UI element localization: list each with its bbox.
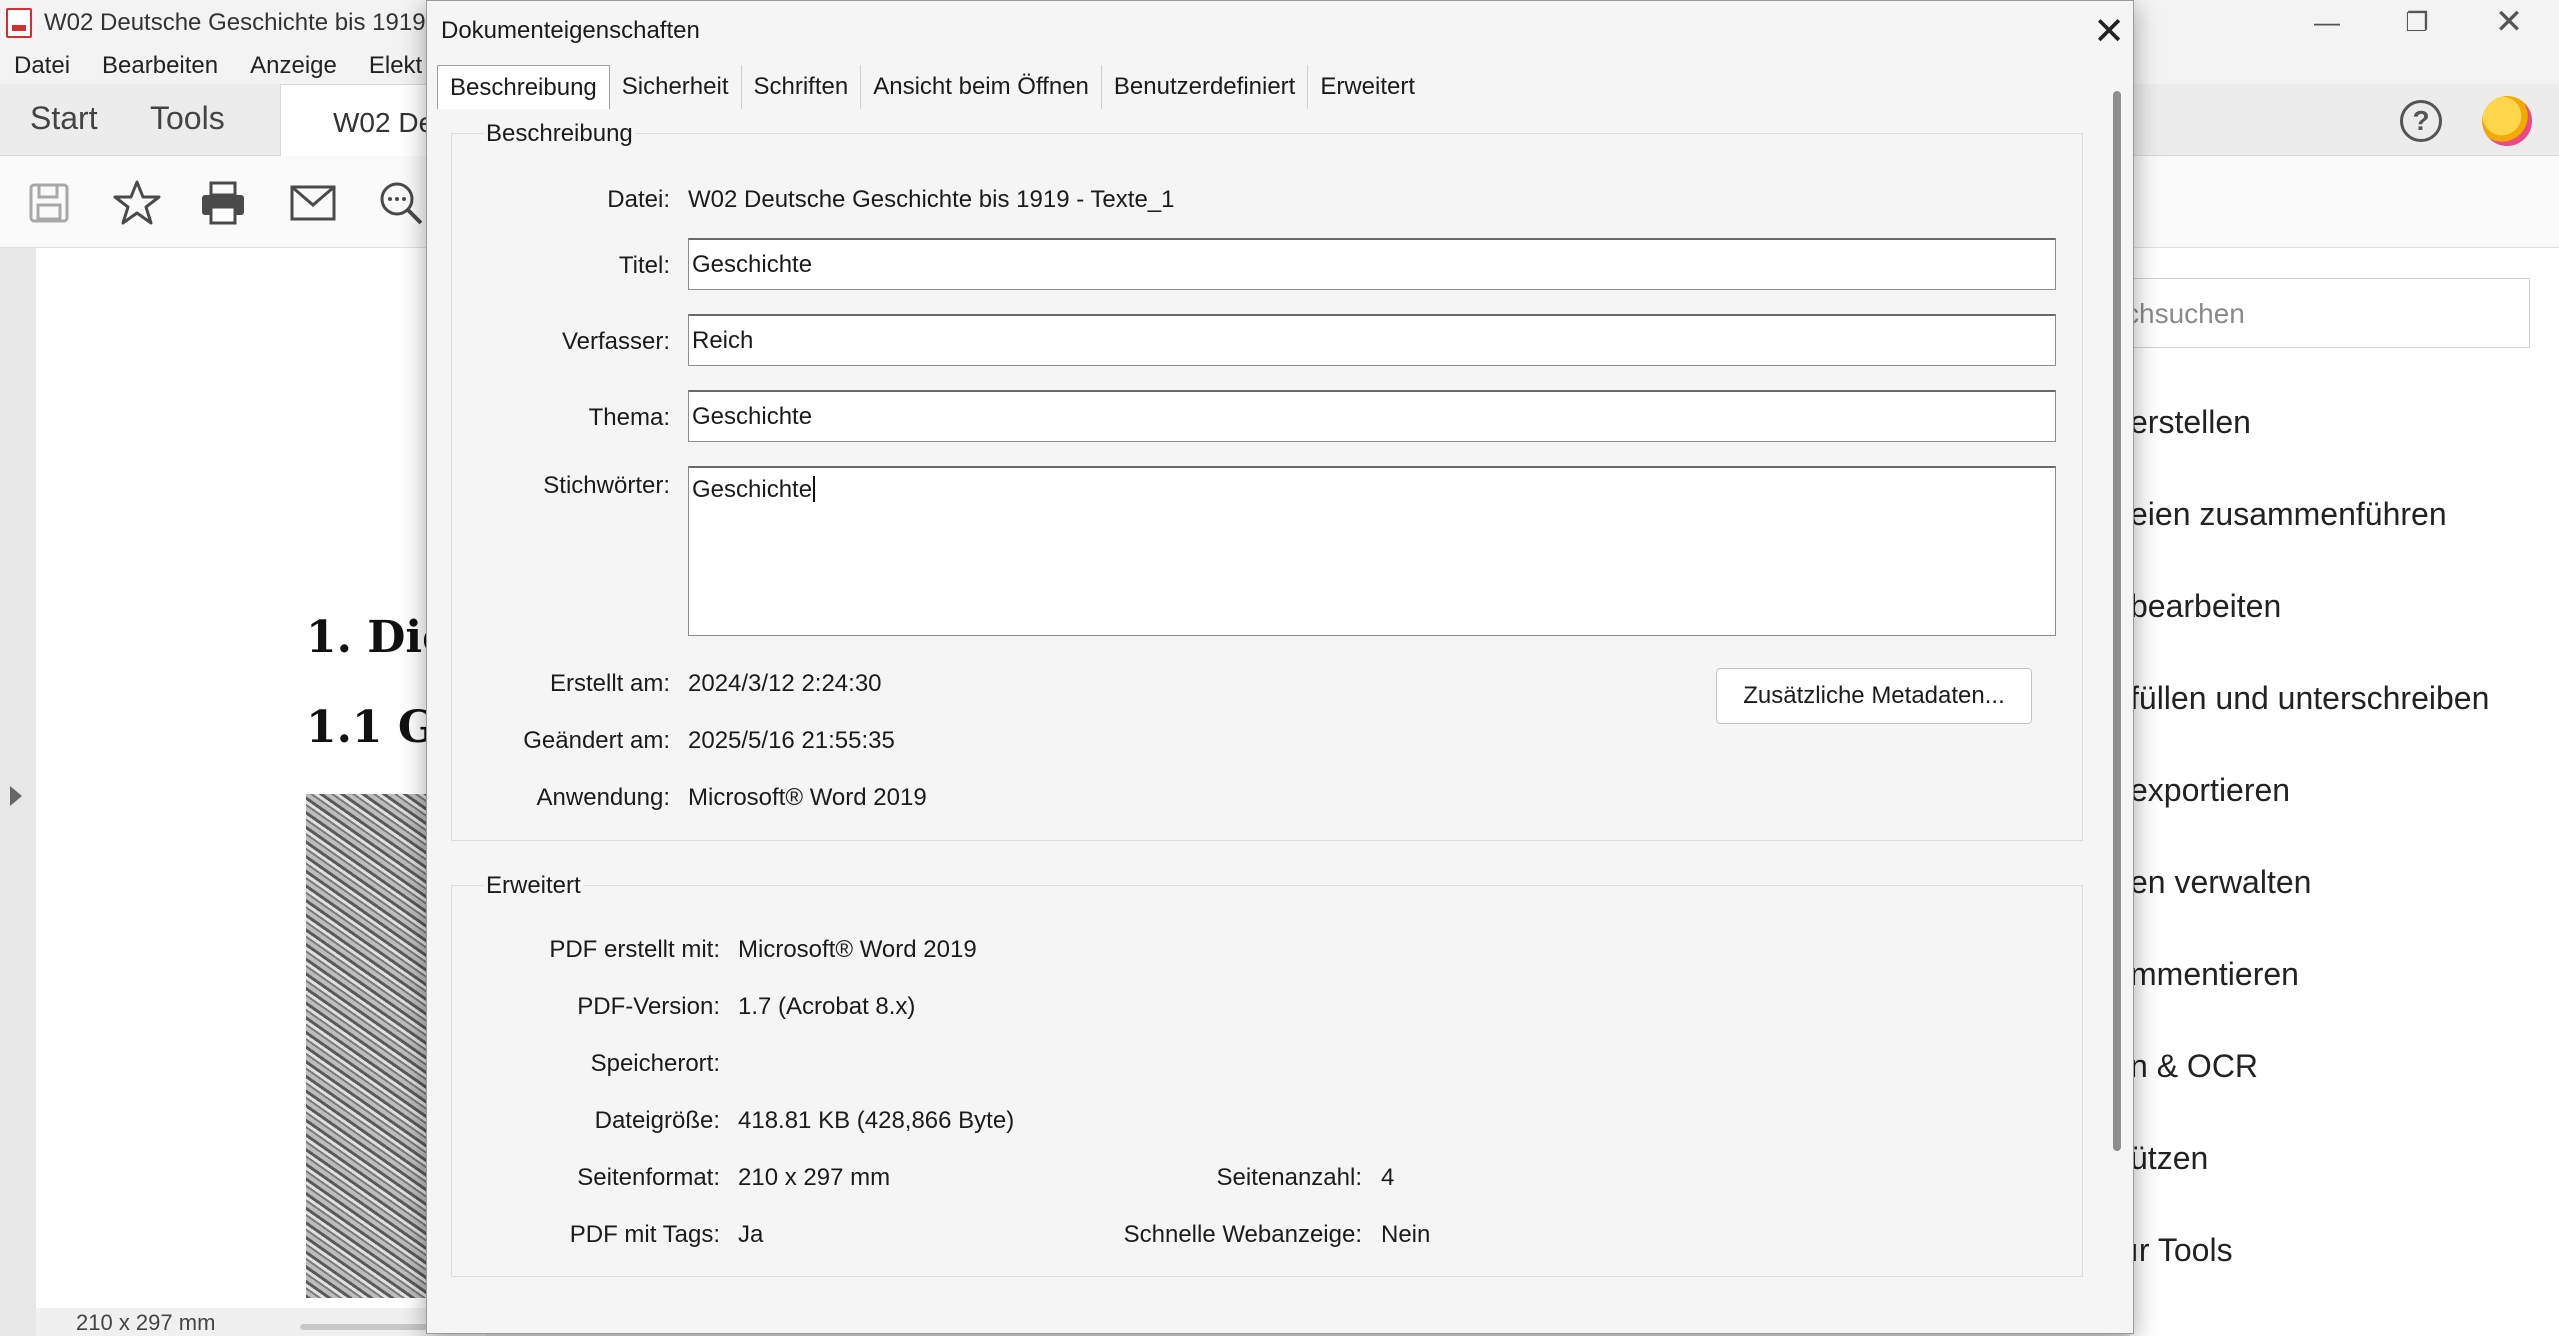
file-size-value: 418.81 KB (428,866 Byte) [738,1107,1015,1134]
pdf-version-value: 1.7 (Acrobat 8.x) [738,993,916,1020]
tab-benutzerdefiniert[interactable]: Benutzerdefiniert [1102,65,1309,109]
file-label: Datei: [607,186,670,213]
tool-item[interactable]: erstellen [2130,404,2251,441]
zoom-icon[interactable] [374,176,428,230]
dialog-title: Dokumenteigenschaften [441,17,700,44]
tool-item[interactable]: en verwalten [2130,864,2311,901]
help-icon[interactable]: ? [2400,100,2442,142]
tab-beschreibung[interactable]: Beschreibung [437,65,610,109]
tool-item[interactable]: ır Tools [2130,1232,2233,1269]
pdf-version-label: PDF-Version: [577,993,720,1020]
keywords-label: Stichwörter: [543,472,670,499]
expand-panel-icon[interactable] [10,786,22,806]
title-label: Titel: [618,252,670,279]
file-value: W02 Deutsche Geschichte bis 1919 - Texte… [688,186,1175,213]
avatar[interactable] [2482,96,2532,146]
text-caret [813,476,816,502]
file-size-label: Dateigröße: [594,1107,720,1134]
tab-erweitert[interactable]: Erweitert [1308,65,1427,109]
menu-anzeige[interactable]: Anzeige [250,52,337,80]
author-label: Verfasser: [561,328,670,355]
created-value: 2024/3/12 2:24:30 [688,670,882,697]
pdf-app-icon [6,8,32,38]
menu-datei[interactable]: Datei [14,52,70,80]
modified-label: Geändert am: [523,727,670,754]
print-icon[interactable] [196,176,250,230]
page-count-label: Seitenanzahl: [1216,1164,1362,1191]
tool-item[interactable]: eien zusammenführen [2130,496,2447,533]
tool-item[interactable]: ützen [2130,1140,2208,1177]
tab-ansicht-beim-oeffnen[interactable]: Ansicht beim Öffnen [861,65,1102,109]
author-field[interactable] [688,314,2056,366]
subject-label: Thema: [588,404,670,431]
title-field[interactable] [688,238,2056,290]
tools-search-placeholder: chsuchen [2125,298,2245,329]
description-group-title: Beschreibung [484,120,635,148]
page-format-label: Seitenformat: [577,1164,720,1191]
star-icon[interactable] [110,176,164,230]
additional-metadata-button[interactable]: Zusätzliche Metadaten... [1716,668,2032,724]
minimize-button[interactable]: — [2282,0,2372,44]
description-group: Beschreibung Datei: W02 Deutsche Geschic… [451,120,2083,841]
tool-item[interactable]: n & OCR [2130,1048,2258,1085]
modified-value: 2025/5/16 21:55:35 [688,727,895,754]
fast-web-view-value: Nein [1381,1221,1431,1248]
tool-item[interactable]: füllen und unterschreiben [2130,680,2489,717]
tab-tools[interactable]: Tools [150,100,225,137]
dialog-close-button[interactable]: ✕ [2087,9,2131,53]
close-window-button[interactable]: ✕ [2464,0,2554,44]
menu-bearbeiten[interactable]: Bearbeiten [102,52,218,80]
document-illustration [306,794,430,1298]
save-icon[interactable] [22,176,76,230]
tagged-pdf-label: PDF mit Tags: [569,1221,720,1248]
created-label: Erstellt am: [549,670,670,697]
advanced-group: Erweitert PDF erstellt mit: Microsoft® W… [451,872,2083,1277]
page-count-value: 4 [1381,1164,1395,1191]
tool-item[interactable]: bearbeiten [2130,588,2281,625]
fast-web-view-label: Schnelle Webanzeige: [1123,1221,1362,1248]
pdf-producer-value: Microsoft® Word 2019 [738,936,977,963]
dialog-tab-strip: Beschreibung Sicherheit Schriften Ansich… [437,65,1427,109]
application-label: Anwendung: [536,784,670,811]
document-tab-label: W02 De [333,107,435,138]
subject-field[interactable] [688,390,2056,442]
mail-icon[interactable] [286,176,340,230]
keywords-field[interactable]: Geschichte [688,466,2056,636]
advanced-group-title: Erweitert [484,872,583,900]
tab-sicherheit[interactable]: Sicherheit [610,65,742,109]
dialog-vertical-scrollbar[interactable] [2113,91,2121,1151]
maximize-button[interactable]: ❐ [2372,0,2462,44]
tagged-pdf-value: Ja [738,1221,764,1248]
page-size-status: 210 x 297 mm [76,1310,216,1335]
tab-start[interactable]: Start [30,100,98,137]
pdf-producer-label: PDF erstellt mit: [549,936,720,963]
tool-item[interactable]: mmentieren [2130,956,2299,993]
document-properties-dialog: Dokumenteigenschaften ✕ Beschreibung Sic… [426,0,2134,1334]
location-label: Speicherort: [590,1050,720,1077]
tab-schriften[interactable]: Schriften [742,65,862,109]
menu-elektronisch[interactable]: Elekt [369,52,422,80]
application-value: Microsoft® Word 2019 [688,784,927,811]
keywords-value: Geschichte [692,476,813,503]
window-title: W02 Deutsche Geschichte bis 1919 - [44,9,441,36]
page-format-value: 210 x 297 mm [738,1164,891,1191]
status-bar: 210 x 297 mm [36,1308,486,1336]
tool-item[interactable]: exportieren [2130,772,2290,809]
